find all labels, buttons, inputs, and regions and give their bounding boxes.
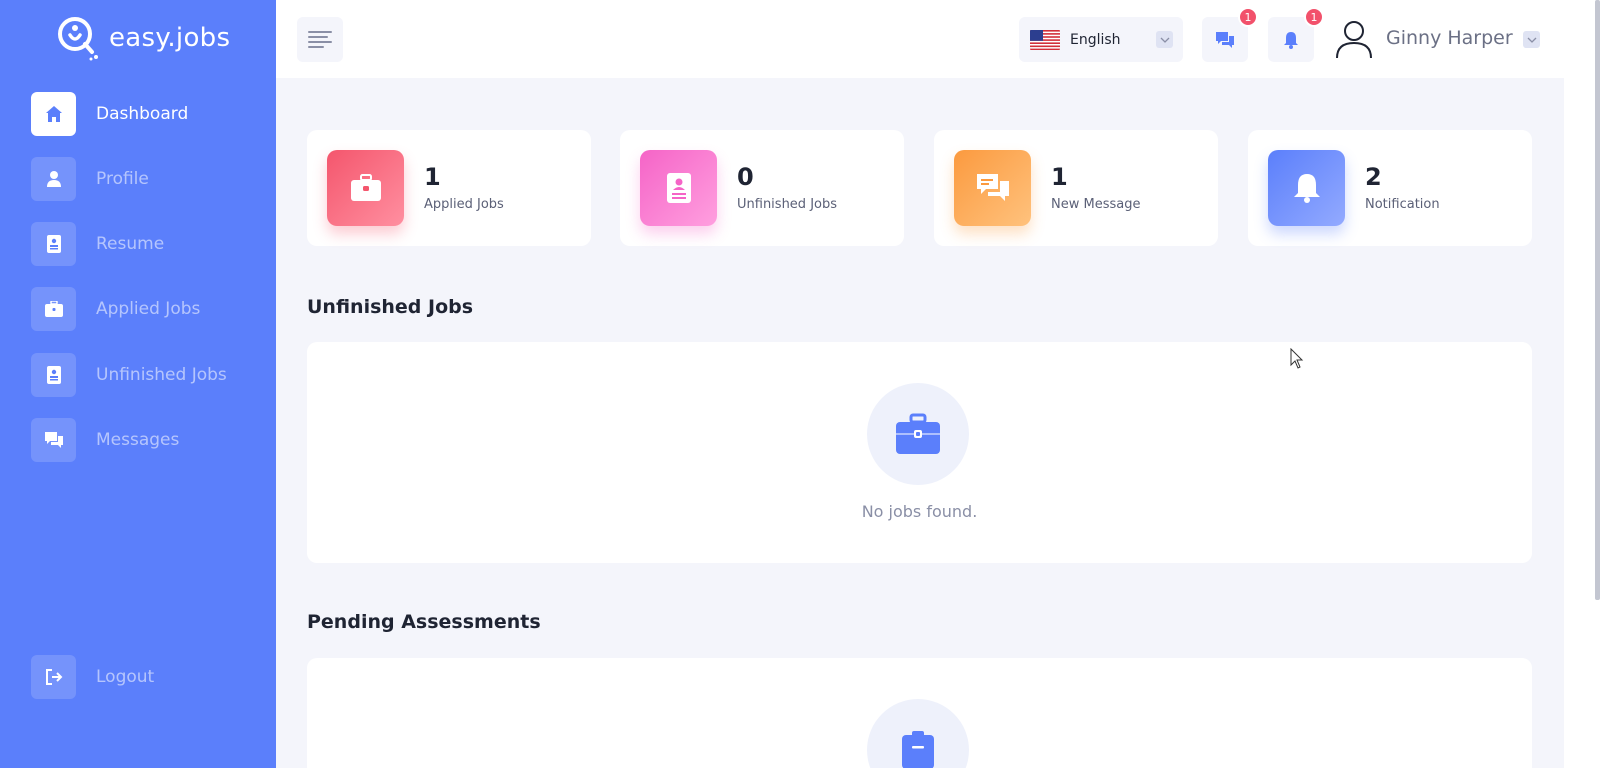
messages-icon — [31, 418, 76, 462]
stat-card-new-message[interactable]: 1 New Message — [934, 130, 1218, 246]
top-header: English 1 1 Ginny Harper — [276, 0, 1564, 78]
messages-icon — [954, 150, 1031, 226]
home-icon — [31, 92, 76, 136]
language-label: English — [1070, 31, 1121, 48]
stat-value: 2 — [1365, 163, 1382, 191]
mouse-cursor-icon — [1290, 348, 1304, 369]
logout-button[interactable]: Logout — [31, 655, 154, 699]
sidebar-item-profile[interactable]: Profile — [31, 157, 149, 201]
section-title-pending-assessments: Pending Assessments — [307, 611, 541, 633]
us-flag-icon — [1030, 29, 1060, 50]
language-selector[interactable]: English — [1019, 17, 1183, 62]
messages-button[interactable]: 1 — [1202, 7, 1258, 62]
clipboard-icon — [867, 699, 969, 768]
resume-icon — [31, 222, 76, 266]
bell-icon — [1268, 150, 1345, 226]
user-name: Ginny Harper — [1386, 27, 1513, 49]
sidebar-item-label: Unfinished Jobs — [96, 365, 227, 385]
app-logo[interactable]: easy.jobs — [55, 14, 230, 62]
sidebar-item-resume[interactable]: Resume — [31, 222, 164, 266]
notifications-button[interactable]: 1 — [1268, 7, 1324, 62]
unfinished-jobs-panel: No jobs found. — [307, 342, 1532, 563]
sidebar-item-dashboard[interactable]: Dashboard — [31, 92, 188, 136]
stat-card-applied-jobs[interactable]: 1 Applied Jobs — [307, 130, 591, 246]
document-icon — [31, 353, 76, 397]
chevron-down-icon[interactable] — [1523, 31, 1540, 48]
stat-card-notification[interactable]: 2 Notification — [1248, 130, 1532, 246]
sidebar-item-applied-jobs[interactable]: Applied Jobs — [31, 287, 200, 331]
stat-label: New Message — [1051, 197, 1141, 212]
stat-label: Notification — [1365, 197, 1440, 212]
bell-icon — [1284, 31, 1298, 49]
stat-value: 0 — [737, 163, 754, 191]
sidebar-item-label: Dashboard — [96, 104, 189, 124]
stat-card-unfinished-jobs[interactable]: 0 Unfinished Jobs — [620, 130, 904, 246]
stat-label: Applied Jobs — [424, 197, 504, 212]
sidebar-item-label: Profile — [96, 169, 149, 189]
document-icon — [640, 150, 717, 226]
logo-icon — [58, 17, 98, 61]
user-icon — [31, 157, 76, 201]
logout-label: Logout — [96, 667, 155, 687]
menu-toggle-button[interactable] — [297, 17, 343, 62]
stat-value: 1 — [424, 163, 441, 191]
sidebar: easy.jobs Dashboard Profile Resume Appli… — [0, 0, 276, 768]
briefcase-icon — [31, 287, 76, 331]
sidebar-item-label: Resume — [96, 234, 165, 254]
user-menu[interactable]: Ginny Harper — [1334, 18, 1513, 58]
app-name: easy.jobs — [109, 23, 231, 53]
sidebar-item-label: Messages — [96, 430, 180, 450]
avatar — [1336, 21, 1372, 58]
messages-icon — [1216, 31, 1234, 48]
chevron-down-icon — [1156, 31, 1173, 48]
stat-value: 1 — [1051, 163, 1068, 191]
briefcase-icon — [867, 383, 969, 485]
sidebar-item-label: Applied Jobs — [96, 299, 201, 319]
notifications-badge: 1 — [1304, 7, 1324, 27]
stat-label: Unfinished Jobs — [737, 197, 838, 212]
logout-icon — [31, 655, 76, 699]
scrollbar-thumb[interactable] — [1595, 0, 1600, 600]
empty-state-text: No jobs found. — [861, 502, 978, 521]
sidebar-item-messages[interactable]: Messages — [31, 418, 179, 462]
messages-badge: 1 — [1238, 7, 1258, 27]
sidebar-item-unfinished-jobs[interactable]: Unfinished Jobs — [31, 353, 227, 397]
section-title-unfinished-jobs: Unfinished Jobs — [307, 296, 474, 318]
briefcase-icon — [327, 150, 404, 226]
pending-assessments-panel — [307, 658, 1532, 768]
